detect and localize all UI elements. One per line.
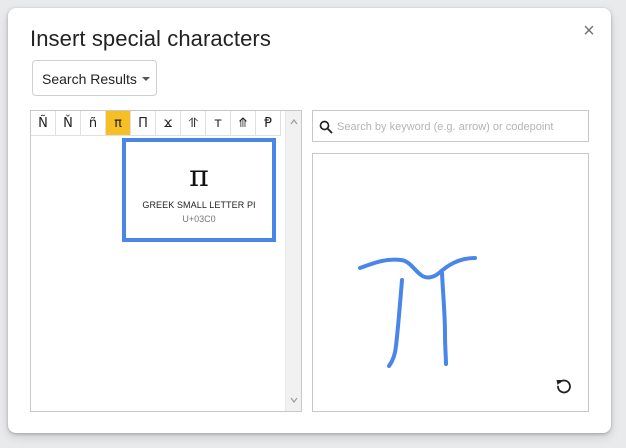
character-cell[interactable]: Ñ (31, 111, 56, 136)
character-cell[interactable]: Ň (56, 111, 81, 136)
character-cell-selected[interactable]: π (106, 111, 131, 136)
drawn-strokes (358, 256, 477, 368)
character-results-panel: Ñ Ň ñ π Π ϫ ⥣ ᴛ ⤊ Ᵽ π GREEK SMALL LETTER… (30, 110, 302, 412)
chevron-down-icon (142, 77, 150, 81)
preview-glyph: π (189, 159, 209, 194)
character-cell[interactable]: ⤊ (231, 111, 256, 136)
dialog-title: Insert special characters (30, 26, 271, 51)
search-icon (319, 120, 333, 134)
scroll-down-icon[interactable] (289, 395, 299, 405)
character-cell[interactable]: ᴛ (206, 111, 231, 136)
character-cell[interactable]: Ᵽ (256, 111, 281, 136)
close-icon[interactable]: × (578, 20, 600, 42)
character-cell[interactable]: ϫ (156, 111, 181, 136)
character-cell[interactable]: ⥣ (181, 111, 206, 136)
reset-icon[interactable] (554, 376, 574, 396)
character-search-box[interactable] (312, 110, 589, 142)
preview-character-name: GREEK SMALL LETTER PI (142, 200, 256, 210)
character-cell[interactable]: Π (131, 111, 156, 136)
results-scrollbar[interactable] (285, 111, 301, 411)
character-cell[interactable]: ñ (81, 111, 106, 136)
character-preview-tooltip: π GREEK SMALL LETTER PI U+03C0 (122, 138, 276, 242)
character-search-input[interactable] (335, 117, 589, 137)
handwriting-canvas[interactable] (312, 153, 589, 412)
preview-codepoint: U+03C0 (182, 214, 216, 224)
category-dropdown-label: Search Results (42, 71, 137, 87)
scroll-up-icon[interactable] (289, 117, 299, 127)
category-dropdown[interactable]: Search Results (32, 60, 157, 96)
insert-special-characters-dialog: Insert special characters × Search Resul… (8, 8, 611, 433)
character-grid-row: Ñ Ň ñ π Π ϫ ⥣ ᴛ ⤊ Ᵽ (31, 111, 281, 136)
